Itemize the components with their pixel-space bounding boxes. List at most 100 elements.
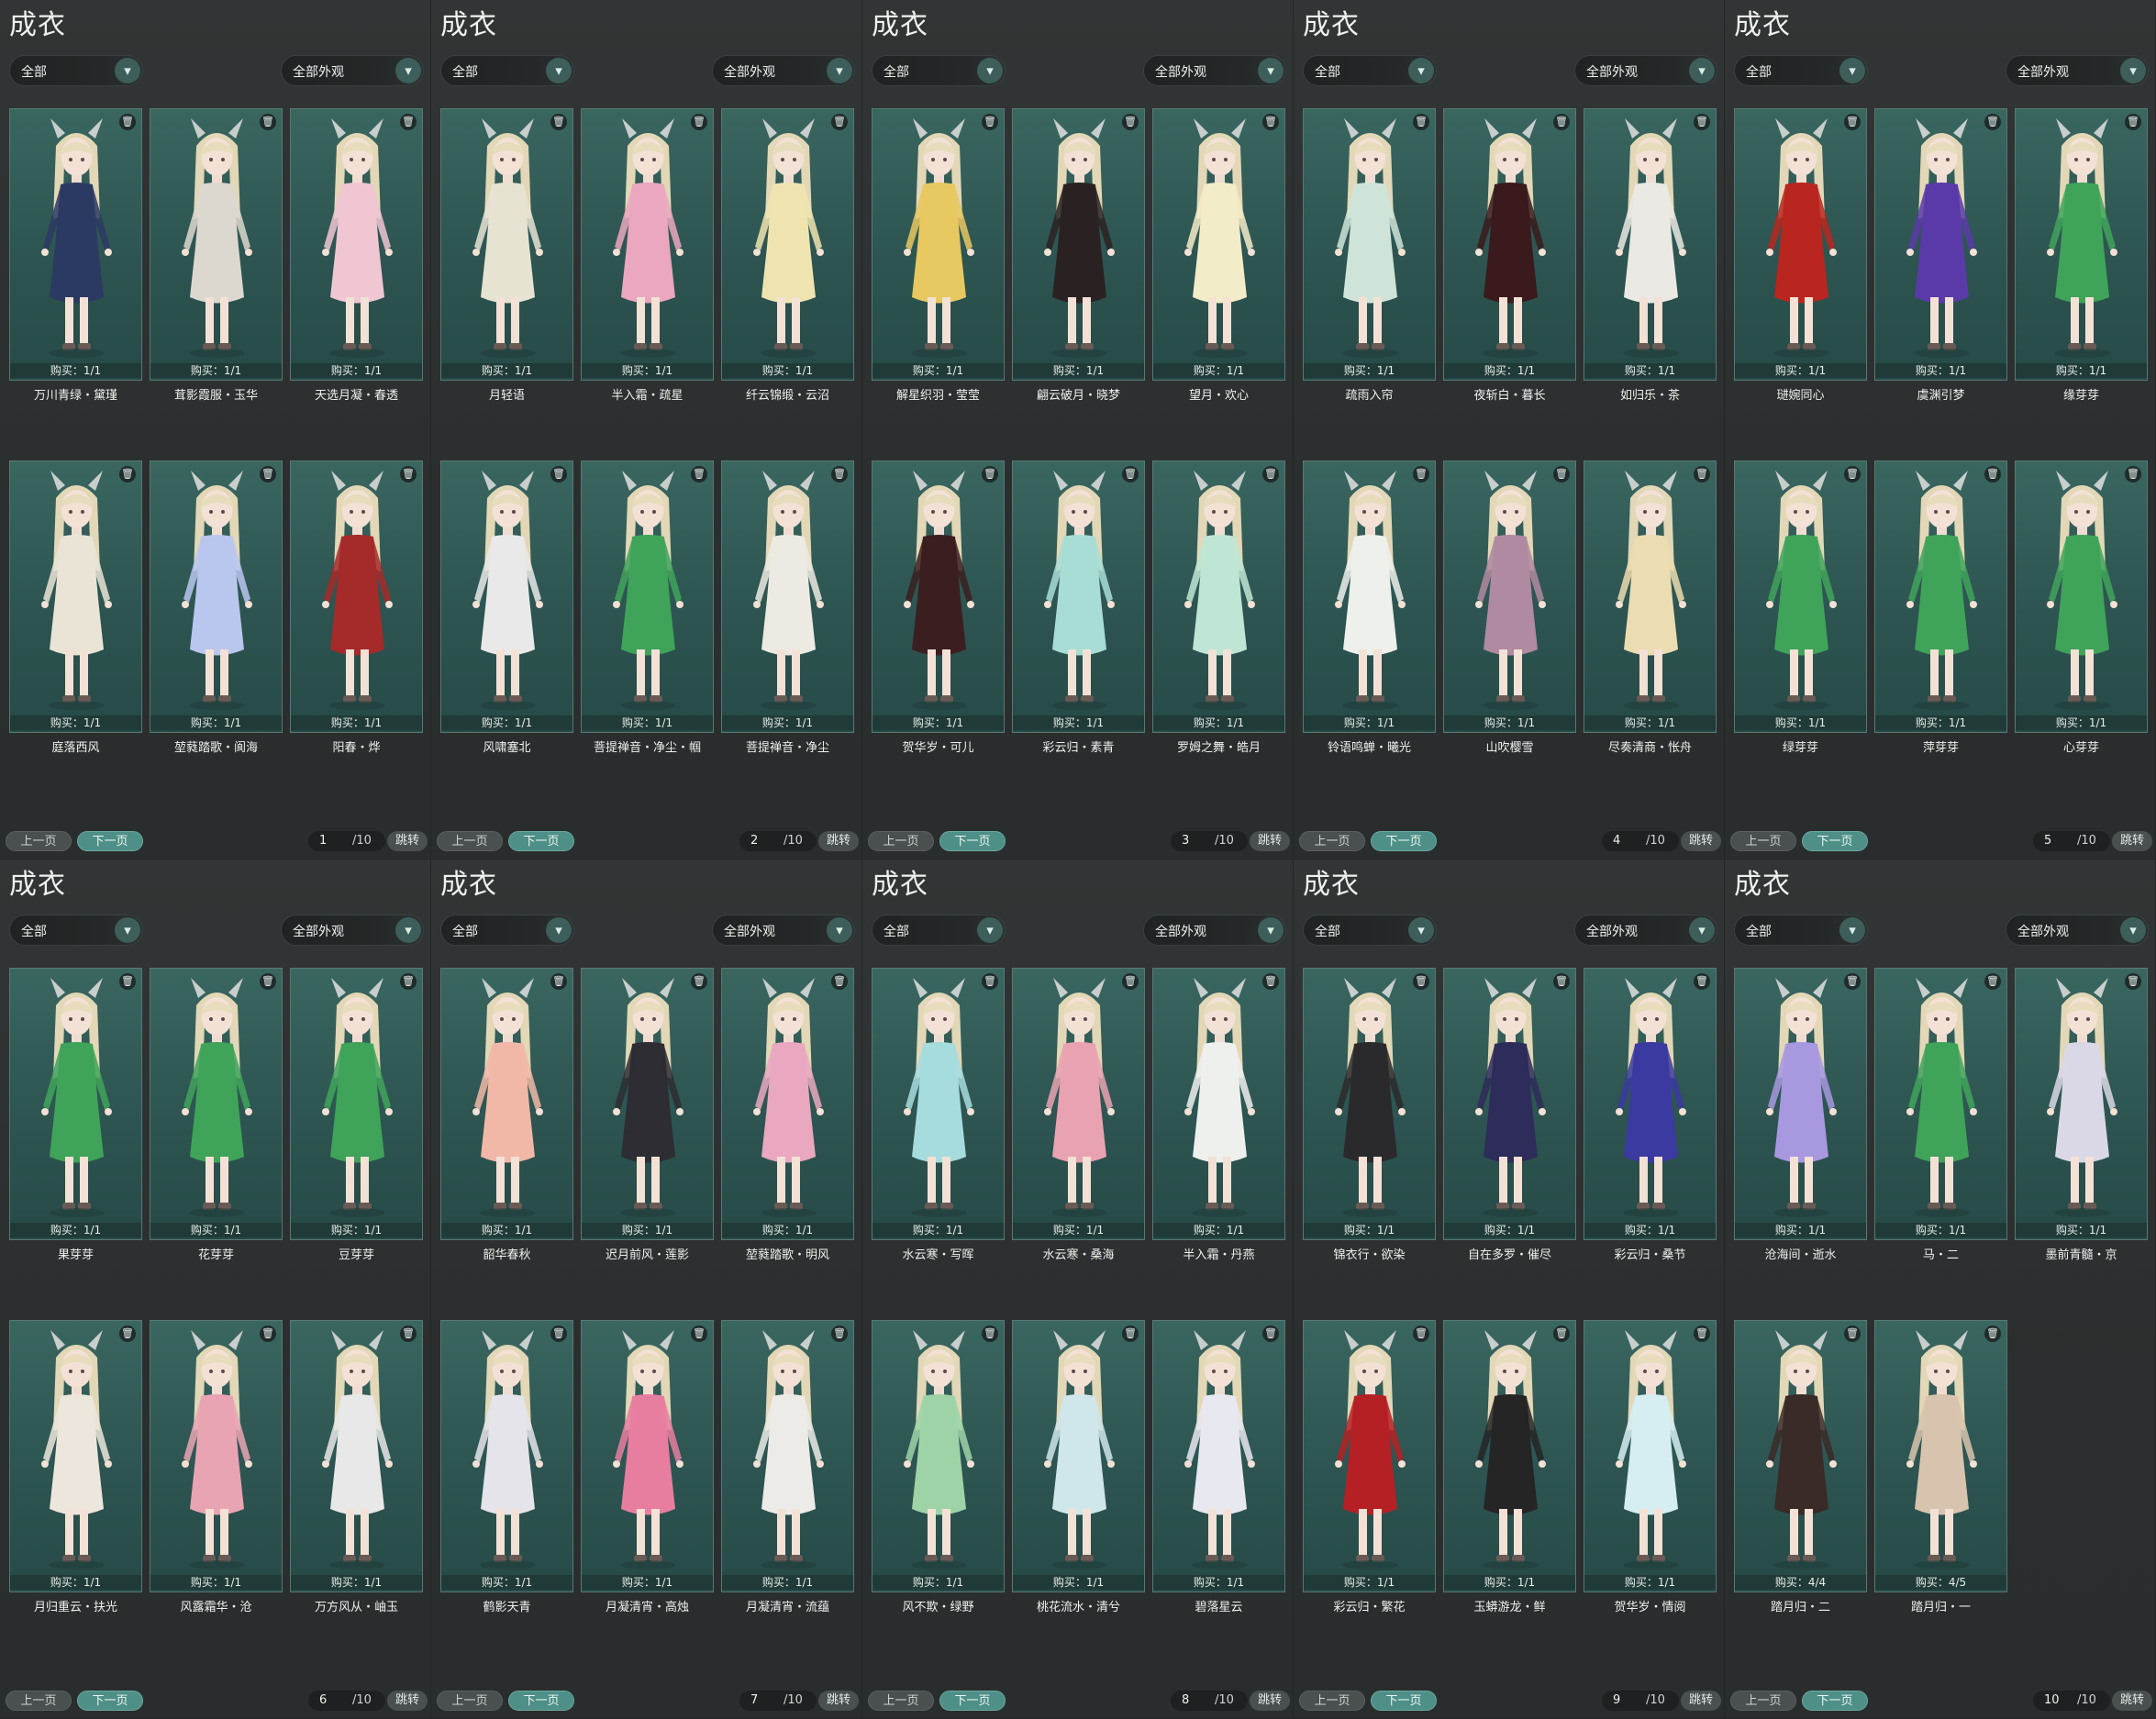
jump-button[interactable]: 跳转 xyxy=(387,831,428,851)
jump-button[interactable]: 跳转 xyxy=(818,1691,859,1711)
chevron-down-icon[interactable]: ▾ xyxy=(827,58,852,83)
outfit-card[interactable]: 🗑 购买：1/1 xyxy=(1443,108,1576,381)
chevron-down-icon[interactable]: ▾ xyxy=(977,58,1003,83)
appearance-dropdown[interactable]: 全部外观 ▾ xyxy=(1143,915,1286,946)
outfit-card[interactable]: 🗑 购买：1/1 xyxy=(872,968,1005,1240)
delete-icon[interactable]: 🗑 xyxy=(550,973,567,990)
delete-icon[interactable]: 🗑 xyxy=(119,1325,136,1342)
outfit-card[interactable]: 🗑 购买：1/1 xyxy=(1303,1320,1436,1592)
outfit-card[interactable]: 🗑 购买：1/1 xyxy=(1874,968,2007,1240)
delete-icon[interactable]: 🗑 xyxy=(1984,1325,2001,1342)
delete-icon[interactable]: 🗑 xyxy=(1984,973,2001,990)
delete-icon[interactable]: 🗑 xyxy=(982,114,998,130)
delete-icon[interactable]: 🗑 xyxy=(1122,1325,1139,1342)
next-page-button[interactable]: 下一页 xyxy=(508,1691,574,1711)
outfit-card[interactable]: 🗑 购买：1/1 xyxy=(9,1320,142,1592)
delete-icon[interactable]: 🗑 xyxy=(260,973,276,990)
delete-icon[interactable]: 🗑 xyxy=(831,466,848,482)
appearance-dropdown[interactable]: 全部外观 ▾ xyxy=(1574,55,1717,86)
jump-button[interactable]: 跳转 xyxy=(1250,1691,1290,1711)
outfit-card[interactable]: 🗑 购买：1/1 xyxy=(1012,108,1145,381)
prev-page-button[interactable]: 上一页 xyxy=(437,1691,503,1711)
delete-icon[interactable]: 🗑 xyxy=(1262,973,1279,990)
outfit-card[interactable]: 🗑 购买：1/1 xyxy=(1584,1320,1717,1592)
delete-icon[interactable]: 🗑 xyxy=(1122,466,1139,482)
delete-icon[interactable]: 🗑 xyxy=(260,1325,276,1342)
delete-icon[interactable]: 🗑 xyxy=(1262,114,1279,130)
delete-icon[interactable]: 🗑 xyxy=(400,114,417,130)
delete-icon[interactable]: 🗑 xyxy=(1553,1325,1570,1342)
next-page-button[interactable]: 下一页 xyxy=(1802,1691,1868,1711)
delete-icon[interactable]: 🗑 xyxy=(1122,114,1139,130)
outfit-card[interactable]: 🗑 购买：1/1 xyxy=(581,968,714,1240)
outfit-card[interactable]: 🗑 购买：1/1 xyxy=(872,1320,1005,1592)
delete-icon[interactable]: 🗑 xyxy=(1553,114,1570,130)
outfit-card[interactable]: 🗑 购买：1/1 xyxy=(1152,108,1285,381)
chevron-down-icon[interactable]: ▾ xyxy=(2120,917,2146,943)
category-dropdown[interactable]: 全部 ▾ xyxy=(440,55,574,86)
delete-icon[interactable]: 🗑 xyxy=(1413,114,1429,130)
appearance-dropdown[interactable]: 全部外观 ▾ xyxy=(281,915,424,946)
outfit-card[interactable]: 🗑 购买：1/1 xyxy=(1874,108,2007,381)
chevron-down-icon[interactable]: ▾ xyxy=(1408,917,1434,943)
outfit-card[interactable]: 🗑 购买：1/1 xyxy=(1734,108,1867,381)
outfit-card[interactable]: 🗑 购买：1/1 xyxy=(1303,968,1436,1240)
chevron-down-icon[interactable]: ▾ xyxy=(1258,917,1284,943)
delete-icon[interactable]: 🗑 xyxy=(119,114,136,130)
outfit-card[interactable]: 🗑 购买：1/1 xyxy=(872,460,1005,733)
outfit-card[interactable]: 🗑 购买：1/1 xyxy=(1012,1320,1145,1592)
delete-icon[interactable]: 🗑 xyxy=(1553,466,1570,482)
jump-button[interactable]: 跳转 xyxy=(2112,1691,2152,1711)
delete-icon[interactable]: 🗑 xyxy=(550,1325,567,1342)
chevron-down-icon[interactable]: ▾ xyxy=(395,58,421,83)
page-number-input[interactable]: 10/10 xyxy=(2033,1691,2110,1711)
next-page-button[interactable]: 下一页 xyxy=(77,831,143,851)
outfit-card[interactable]: 🗑 购买：1/1 xyxy=(721,460,854,733)
outfit-card[interactable]: 🗑 购买：1/1 xyxy=(1874,460,2007,733)
outfit-card[interactable]: 🗑 购买：4/4 xyxy=(1734,1320,1867,1592)
outfit-card[interactable]: 🗑 购买：1/1 xyxy=(721,1320,854,1592)
appearance-dropdown[interactable]: 全部外观 ▾ xyxy=(1143,55,1286,86)
outfit-card[interactable]: 🗑 购买：1/1 xyxy=(150,460,283,733)
next-page-button[interactable]: 下一页 xyxy=(1371,1691,1437,1711)
delete-icon[interactable]: 🗑 xyxy=(1694,973,1710,990)
delete-icon[interactable]: 🗑 xyxy=(982,973,998,990)
outfit-card[interactable]: 🗑 购买：1/1 xyxy=(581,108,714,381)
prev-page-button[interactable]: 上一页 xyxy=(6,1691,72,1711)
chevron-down-icon[interactable]: ▾ xyxy=(1408,58,1434,83)
jump-button[interactable]: 跳转 xyxy=(1681,1691,1721,1711)
delete-icon[interactable]: 🗑 xyxy=(691,466,707,482)
delete-icon[interactable]: 🗑 xyxy=(1413,973,1429,990)
outfit-card[interactable]: 🗑 购买：1/1 xyxy=(290,460,423,733)
delete-icon[interactable]: 🗑 xyxy=(550,466,567,482)
delete-icon[interactable]: 🗑 xyxy=(691,114,707,130)
chevron-down-icon[interactable]: ▾ xyxy=(2120,58,2146,83)
chevron-down-icon[interactable]: ▾ xyxy=(1258,58,1284,83)
delete-icon[interactable]: 🗑 xyxy=(2125,114,2141,130)
category-dropdown[interactable]: 全部 ▾ xyxy=(1303,55,1437,86)
page-number-input[interactable]: 3/10 xyxy=(1171,831,1248,851)
delete-icon[interactable]: 🗑 xyxy=(1984,466,2001,482)
chevron-down-icon[interactable]: ▾ xyxy=(115,917,140,943)
jump-button[interactable]: 跳转 xyxy=(2112,831,2152,851)
outfit-card[interactable]: 🗑 购买：1/1 xyxy=(1012,968,1145,1240)
outfit-card[interactable]: 🗑 购买：1/1 xyxy=(872,108,1005,381)
outfit-card[interactable]: 🗑 购买：1/1 xyxy=(2015,968,2148,1240)
delete-icon[interactable]: 🗑 xyxy=(1262,1325,1279,1342)
outfit-card[interactable]: 🗑 购买：4/5 xyxy=(1874,1320,2007,1592)
outfit-card[interactable]: 🗑 购买：1/1 xyxy=(440,108,573,381)
category-dropdown[interactable]: 全部 ▾ xyxy=(872,915,1006,946)
appearance-dropdown[interactable]: 全部外观 ▾ xyxy=(2006,55,2149,86)
page-number-input[interactable]: 7/10 xyxy=(739,1691,817,1711)
outfit-card[interactable]: 🗑 购买：1/1 xyxy=(1584,108,1717,381)
page-number-input[interactable]: 6/10 xyxy=(308,1691,385,1711)
appearance-dropdown[interactable]: 全部外观 ▾ xyxy=(1574,915,1717,946)
outfit-card[interactable]: 🗑 购买：1/1 xyxy=(2015,108,2148,381)
delete-icon[interactable]: 🗑 xyxy=(260,114,276,130)
delete-icon[interactable]: 🗑 xyxy=(1122,973,1139,990)
outfit-card[interactable]: 🗑 购买：1/1 xyxy=(9,108,142,381)
delete-icon[interactable]: 🗑 xyxy=(119,973,136,990)
delete-icon[interactable]: 🗑 xyxy=(1413,466,1429,482)
jump-button[interactable]: 跳转 xyxy=(1681,831,1721,851)
outfit-card[interactable]: 🗑 购买：1/1 xyxy=(1303,108,1436,381)
